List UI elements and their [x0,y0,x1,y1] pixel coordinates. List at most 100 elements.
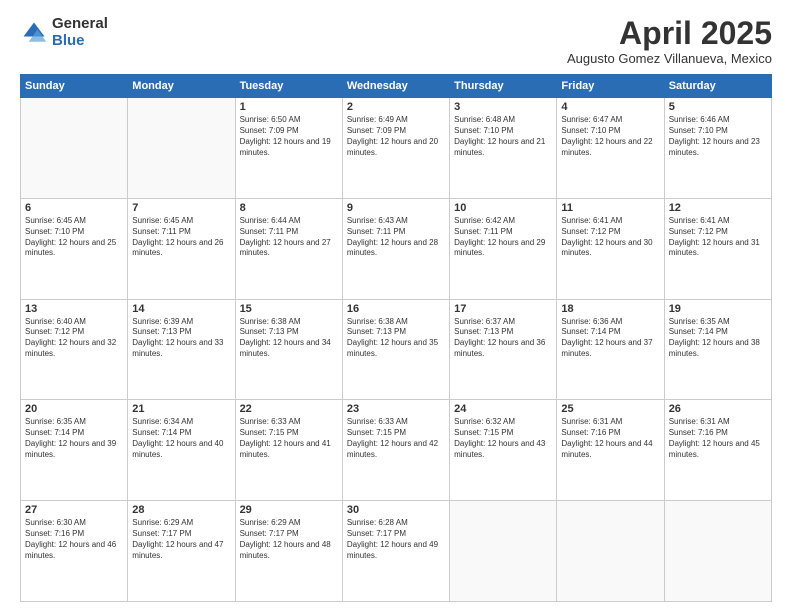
calendar-cell: 13 Sunrise: 6:40 AM Sunset: 7:12 PM Dayli… [21,299,128,400]
cell-info: Sunrise: 6:34 AM Sunset: 7:14 PM Dayligh… [132,417,230,460]
cell-info: Sunrise: 6:28 AM Sunset: 7:17 PM Dayligh… [347,518,445,561]
logo: General Blue [20,16,108,49]
calendar-week-3: 13 Sunrise: 6:40 AM Sunset: 7:12 PM Dayli… [21,299,772,400]
calendar-table: SundayMondayTuesdayWednesdayThursdayFrid… [20,74,772,602]
day-number: 13 [25,303,123,315]
calendar-week-2: 6 Sunrise: 6:45 AM Sunset: 7:10 PM Daylig… [21,198,772,299]
calendar-cell: 26 Sunrise: 6:31 AM Sunset: 7:16 PM Dayli… [664,400,771,501]
calendar-cell: 24Sunrise: 6:32 AM Sunset: 7:15 PM Dayli… [450,400,557,501]
day-number: 9 [347,202,445,214]
month-title: April 2025 [567,16,772,51]
cell-info: Sunrise: 6:35 AM Sunset: 7:14 PM Dayligh… [669,317,767,360]
calendar-cell: 4 Sunrise: 6:47 AM Sunset: 7:10 PM Daylig… [557,98,664,199]
calendar-cell [128,98,235,199]
day-number: 14 [132,303,230,315]
cell-info: Sunrise: 6:45 AM Sunset: 7:10 PM Dayligh… [25,216,123,259]
calendar-cell: 12 Sunrise: 6:41 AM Sunset: 7:12 PM Dayli… [664,198,771,299]
calendar-cell: 29 Sunrise: 6:29 AM Sunset: 7:17 PM Dayli… [235,501,342,602]
day-number: 30 [347,504,445,516]
calendar-cell: 28 Sunrise: 6:29 AM Sunset: 7:17 PM Dayli… [128,501,235,602]
day-header-sunday: Sunday [21,75,128,98]
header: General Blue April 2025 Augusto Gomez Vi… [20,16,772,66]
day-number: 12 [669,202,767,214]
day-number: 21 [132,403,230,415]
calendar-cell: 6 Sunrise: 6:45 AM Sunset: 7:10 PM Daylig… [21,198,128,299]
calendar-cell: 25 Sunrise: 6:31 AM Sunset: 7:16 PM Dayli… [557,400,664,501]
cell-info: Sunrise: 6:50 AM Sunset: 7:09 PM Dayligh… [240,115,338,158]
day-header-wednesday: Wednesday [342,75,449,98]
calendar-cell [557,501,664,602]
day-number: 4 [561,101,659,113]
day-number: 26 [669,403,767,415]
calendar-cell: 9 Sunrise: 6:43 AM Sunset: 7:11 PM Daylig… [342,198,449,299]
cell-info: Sunrise: 6:38 AM Sunset: 7:13 PM Dayligh… [347,317,445,360]
day-number: 6 [25,202,123,214]
day-number: 27 [25,504,123,516]
cell-info: Sunrise: 6:46 AM Sunset: 7:10 PM Dayligh… [669,115,767,158]
day-number: 7 [132,202,230,214]
calendar-cell: 30 Sunrise: 6:28 AM Sunset: 7:17 PM Dayli… [342,501,449,602]
subtitle: Augusto Gomez Villanueva, Mexico [567,51,772,66]
day-header-friday: Friday [557,75,664,98]
day-number: 23 [347,403,445,415]
day-number: 19 [669,303,767,315]
logo-blue: Blue [52,33,108,50]
calendar-cell: 5 Sunrise: 6:46 AM Sunset: 7:10 PM Daylig… [664,98,771,199]
page: General Blue April 2025 Augusto Gomez Vi… [0,0,792,612]
cell-info: Sunrise: 6:42 AM Sunset: 7:11 PM Dayligh… [454,216,552,259]
calendar-cell: 7Sunrise: 6:45 AM Sunset: 7:11 PM Daylig… [128,198,235,299]
calendar-cell: 21 Sunrise: 6:34 AM Sunset: 7:14 PM Dayli… [128,400,235,501]
calendar-cell [450,501,557,602]
day-number: 3 [454,101,552,113]
cell-info: Sunrise: 6:41 AM Sunset: 7:12 PM Dayligh… [669,216,767,259]
cell-info: Sunrise: 6:44 AM Sunset: 7:11 PM Dayligh… [240,216,338,259]
cell-info: Sunrise: 6:29 AM Sunset: 7:17 PM Dayligh… [240,518,338,561]
cell-info: Sunrise: 6:41 AM Sunset: 7:12 PM Dayligh… [561,216,659,259]
day-header-tuesday: Tuesday [235,75,342,98]
cell-info: Sunrise: 6:36 AM Sunset: 7:14 PM Dayligh… [561,317,659,360]
cell-info: Sunrise: 6:35 AM Sunset: 7:14 PM Dayligh… [25,417,123,460]
day-number: 16 [347,303,445,315]
cell-info: Sunrise: 6:40 AM Sunset: 7:12 PM Dayligh… [25,317,123,360]
day-number: 10 [454,202,552,214]
calendar-cell: 27Sunrise: 6:30 AM Sunset: 7:16 PM Dayli… [21,501,128,602]
day-number: 28 [132,504,230,516]
day-number: 5 [669,101,767,113]
calendar-cell: 1Sunrise: 6:50 AM Sunset: 7:09 PM Daylig… [235,98,342,199]
day-number: 2 [347,101,445,113]
day-header-monday: Monday [128,75,235,98]
cell-info: Sunrise: 6:37 AM Sunset: 7:13 PM Dayligh… [454,317,552,360]
day-number: 22 [240,403,338,415]
cell-info: Sunrise: 6:43 AM Sunset: 7:11 PM Dayligh… [347,216,445,259]
cell-info: Sunrise: 6:31 AM Sunset: 7:16 PM Dayligh… [561,417,659,460]
calendar-cell [664,501,771,602]
calendar-cell: 19 Sunrise: 6:35 AM Sunset: 7:14 PM Dayli… [664,299,771,400]
calendar-cell: 23 Sunrise: 6:33 AM Sunset: 7:15 PM Dayli… [342,400,449,501]
calendar-cell: 3Sunrise: 6:48 AM Sunset: 7:10 PM Daylig… [450,98,557,199]
cell-info: Sunrise: 6:31 AM Sunset: 7:16 PM Dayligh… [669,417,767,460]
calendar-cell: 15Sunrise: 6:38 AM Sunset: 7:13 PM Dayli… [235,299,342,400]
calendar-week-4: 20 Sunrise: 6:35 AM Sunset: 7:14 PM Dayli… [21,400,772,501]
day-number: 25 [561,403,659,415]
day-header-thursday: Thursday [450,75,557,98]
logo-icon [20,19,48,47]
calendar-cell [21,98,128,199]
calendar-cell: 2Sunrise: 6:49 AM Sunset: 7:09 PM Daylig… [342,98,449,199]
calendar-cell: 18 Sunrise: 6:36 AM Sunset: 7:14 PM Dayli… [557,299,664,400]
cell-info: Sunrise: 6:47 AM Sunset: 7:10 PM Dayligh… [561,115,659,158]
calendar-week-5: 27Sunrise: 6:30 AM Sunset: 7:16 PM Dayli… [21,501,772,602]
calendar-cell: 11Sunrise: 6:41 AM Sunset: 7:12 PM Dayli… [557,198,664,299]
cell-info: Sunrise: 6:29 AM Sunset: 7:17 PM Dayligh… [132,518,230,561]
day-number: 20 [25,403,123,415]
day-number: 18 [561,303,659,315]
calendar-header-row: SundayMondayTuesdayWednesdayThursdayFrid… [21,75,772,98]
calendar-cell: 10 Sunrise: 6:42 AM Sunset: 7:11 PM Dayli… [450,198,557,299]
calendar-week-1: 1Sunrise: 6:50 AM Sunset: 7:09 PM Daylig… [21,98,772,199]
day-number: 17 [454,303,552,315]
calendar-cell: 17 Sunrise: 6:37 AM Sunset: 7:13 PM Dayli… [450,299,557,400]
day-number: 29 [240,504,338,516]
day-number: 8 [240,202,338,214]
title-block: April 2025 Augusto Gomez Villanueva, Mex… [567,16,772,66]
calendar-cell: 14Sunrise: 6:39 AM Sunset: 7:13 PM Dayli… [128,299,235,400]
cell-info: Sunrise: 6:33 AM Sunset: 7:15 PM Dayligh… [347,417,445,460]
